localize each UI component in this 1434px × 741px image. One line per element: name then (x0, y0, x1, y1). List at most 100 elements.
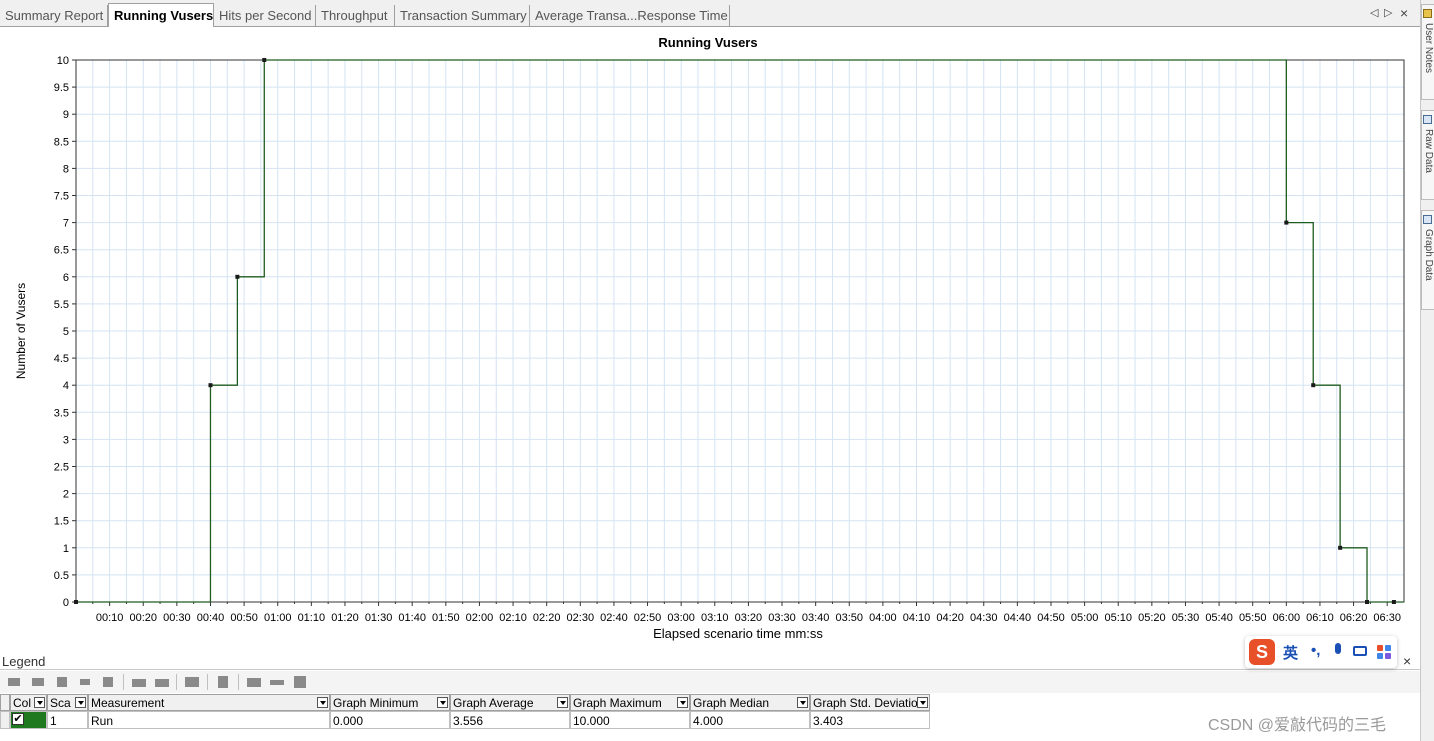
minimum-dropdown-icon[interactable] (437, 697, 448, 708)
tab-average-transaction-response-time[interactable]: Average Transa...Response Time (530, 5, 730, 26)
move-down-icon[interactable] (155, 675, 171, 689)
move-up-icon[interactable] (132, 675, 148, 689)
x-tick-label: 03:50 (836, 612, 864, 624)
hide-all-icon[interactable] (32, 675, 48, 689)
x-tick-label: 03:20 (735, 612, 763, 624)
tab-close-icon[interactable]: × (1400, 5, 1408, 21)
tab-summary-report[interactable]: Summary Report (0, 5, 108, 26)
y-tick-label: 7 (63, 218, 69, 230)
x-tick-label: 06:30 (1373, 612, 1401, 624)
x-tick-label: 03:30 (768, 612, 796, 624)
col-graph-average-header[interactable]: Graph Average (450, 694, 570, 711)
tab-throughput[interactable]: Throughput (316, 5, 395, 26)
y-tick-label: 2 (63, 489, 69, 501)
series-visible-checkbox[interactable]: ✔ (12, 713, 24, 725)
data-point (1365, 600, 1370, 604)
tab-scroll-right-icon[interactable]: ▷ (1384, 6, 1392, 19)
legend-title: Legend (2, 654, 46, 669)
data-point (1284, 220, 1289, 225)
scale-dropdown-icon[interactable] (75, 697, 86, 708)
ime-language-toggle[interactable]: 英 (1283, 642, 1298, 663)
col-measurement-header[interactable]: Measurement (88, 694, 330, 711)
data-point (235, 274, 240, 279)
x-tick-label: 04:00 (869, 612, 897, 624)
collapse-icon[interactable] (270, 675, 286, 689)
side-tab-graph-data[interactable]: Graph Data (1421, 210, 1434, 310)
configure-icon[interactable] (185, 675, 201, 689)
apps-grid-icon[interactable] (1377, 645, 1391, 659)
watermark: CSDN @爱敲代码的三毛 (1208, 717, 1387, 734)
x-tick-label: 02:20 (533, 612, 561, 624)
average-dropdown-icon[interactable] (557, 697, 568, 708)
y-tick-label: 9 (63, 109, 69, 121)
legend-close-icon[interactable]: × (1403, 653, 1411, 669)
y-tick-label: 0 (63, 597, 69, 609)
x-tick-label: 06:00 (1273, 612, 1301, 624)
columns-icon[interactable] (216, 675, 232, 689)
tab-scroll-left-icon[interactable]: ◁ (1370, 6, 1378, 19)
x-tick-label: 02:40 (600, 612, 628, 624)
filter-icon[interactable] (101, 675, 117, 689)
y-tick-label: 6 (63, 272, 69, 284)
x-tick-label: 04:30 (970, 612, 998, 624)
data-point (262, 58, 267, 62)
y-tick-label: 5 (63, 326, 69, 338)
col-graph-minimum-header[interactable]: Graph Minimum (330, 694, 450, 711)
x-tick-label: 06:10 (1306, 612, 1334, 624)
x-tick-label: 03:00 (667, 612, 695, 624)
tab-transaction-summary[interactable]: Transaction Summary (395, 5, 530, 26)
x-tick-label: 02:30 (567, 612, 595, 624)
x-tick-label: 01:30 (365, 612, 393, 624)
ime-logo-icon[interactable]: S (1249, 639, 1275, 665)
col-graph-std-deviation-header[interactable]: Graph Std. Deviation (810, 694, 930, 711)
cell-graph-average[interactable]: 3.556 (450, 711, 570, 729)
y-tick-label: 8 (63, 163, 69, 175)
col-color-header[interactable]: Col (10, 694, 47, 711)
save-legend-icon[interactable] (293, 675, 309, 689)
keyboard-icon[interactable] (1353, 646, 1367, 656)
side-tab-raw-data[interactable]: Raw Data (1421, 110, 1434, 200)
cell-graph-minimum[interactable]: 0.000 (330, 711, 450, 729)
y-tick-label: 5.5 (54, 299, 69, 311)
cell-graph-maximum[interactable]: 10.000 (570, 711, 690, 729)
ime-punctuation-toggle[interactable]: •, (1311, 642, 1320, 659)
col-graph-median-header[interactable]: Graph Median (690, 694, 810, 711)
x-tick-label: 01:10 (298, 612, 326, 624)
graph-data-icon (1423, 215, 1432, 224)
ime-toolbar[interactable]: S 英 •, (1245, 636, 1397, 668)
hide-selected-icon[interactable] (78, 675, 94, 689)
x-tick-label: 00:50 (230, 612, 258, 624)
col-graph-maximum-header[interactable]: Graph Maximum (570, 694, 690, 711)
x-tick-label: 00:40 (197, 612, 225, 624)
show-all-icon[interactable] (8, 675, 24, 689)
data-point (1311, 383, 1316, 388)
cell-measurement[interactable]: Run (88, 711, 330, 729)
y-tick-label: 3 (63, 434, 69, 446)
microphone-icon[interactable] (1335, 643, 1341, 654)
chart-y-axis-label: Number of Vusers (14, 283, 28, 379)
cell-scale[interactable]: 1 (47, 711, 88, 729)
x-tick-label: 02:50 (634, 612, 662, 624)
cell-graph-std-deviation[interactable]: 3.403 (810, 711, 930, 729)
std-deviation-dropdown-icon[interactable] (917, 697, 928, 708)
cell-graph-median[interactable]: 4.000 (690, 711, 810, 729)
x-tick-label: 05:30 (1172, 612, 1200, 624)
tab-running-vusers[interactable]: Running Vusers (108, 3, 214, 27)
median-dropdown-icon[interactable] (797, 697, 808, 708)
maximum-dropdown-icon[interactable] (677, 697, 688, 708)
measurement-dropdown-icon[interactable] (317, 697, 328, 708)
show-selected-icon[interactable] (55, 675, 71, 689)
side-tab-user-notes[interactable]: User Notes (1421, 4, 1434, 100)
x-tick-label: 05:10 (1104, 612, 1132, 624)
expand-icon[interactable] (247, 675, 263, 689)
col-scale-header[interactable]: Sca (47, 694, 88, 711)
y-tick-label: 0.5 (54, 570, 69, 582)
x-tick-label: 06:20 (1340, 612, 1368, 624)
x-tick-label: 04:40 (1004, 612, 1032, 624)
row-selector[interactable] (0, 711, 10, 729)
x-tick-label: 01:00 (264, 612, 292, 624)
tab-hits-per-second[interactable]: Hits per Second (214, 5, 316, 26)
row-selector-header[interactable] (0, 694, 10, 711)
y-tick-label: 7.5 (54, 191, 69, 203)
color-dropdown-icon[interactable] (34, 697, 45, 708)
